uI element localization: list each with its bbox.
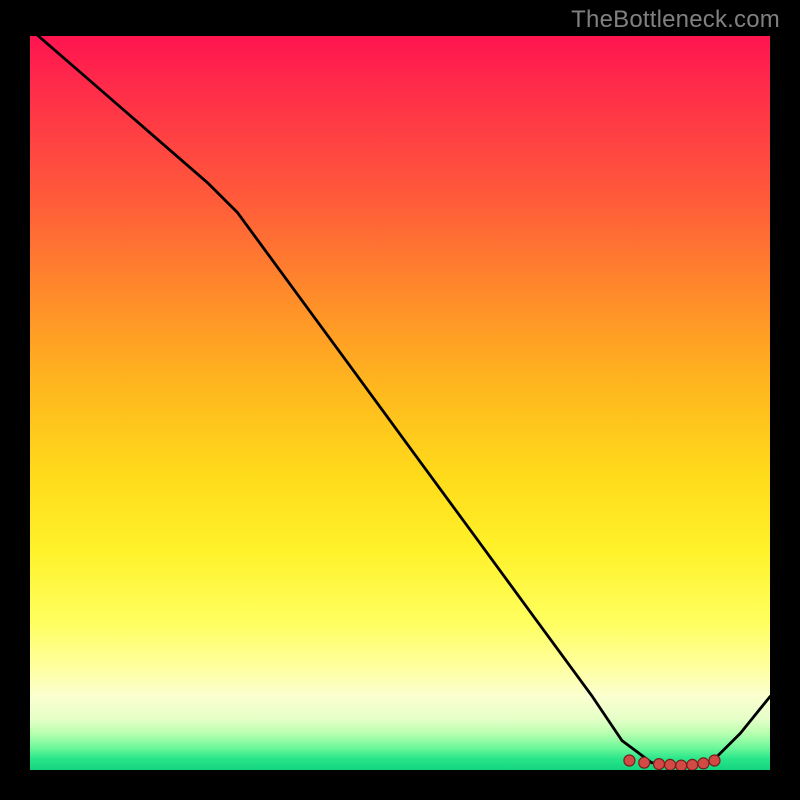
watermark-text: TheBottleneck.com bbox=[571, 6, 780, 34]
optimal-point bbox=[676, 760, 687, 770]
optimal-point bbox=[665, 759, 676, 770]
optimal-point bbox=[654, 759, 665, 770]
optimal-range-points bbox=[624, 755, 720, 770]
optimal-point bbox=[639, 757, 650, 768]
optimal-point bbox=[698, 758, 709, 769]
chart-frame: TheBottleneck.com bbox=[0, 0, 800, 800]
optimal-point bbox=[709, 755, 720, 766]
optimal-point bbox=[624, 755, 635, 766]
plot-area bbox=[30, 36, 770, 770]
optimal-point bbox=[687, 759, 698, 770]
bottleneck-curve-path bbox=[30, 36, 770, 766]
curve-layer bbox=[30, 36, 770, 770]
